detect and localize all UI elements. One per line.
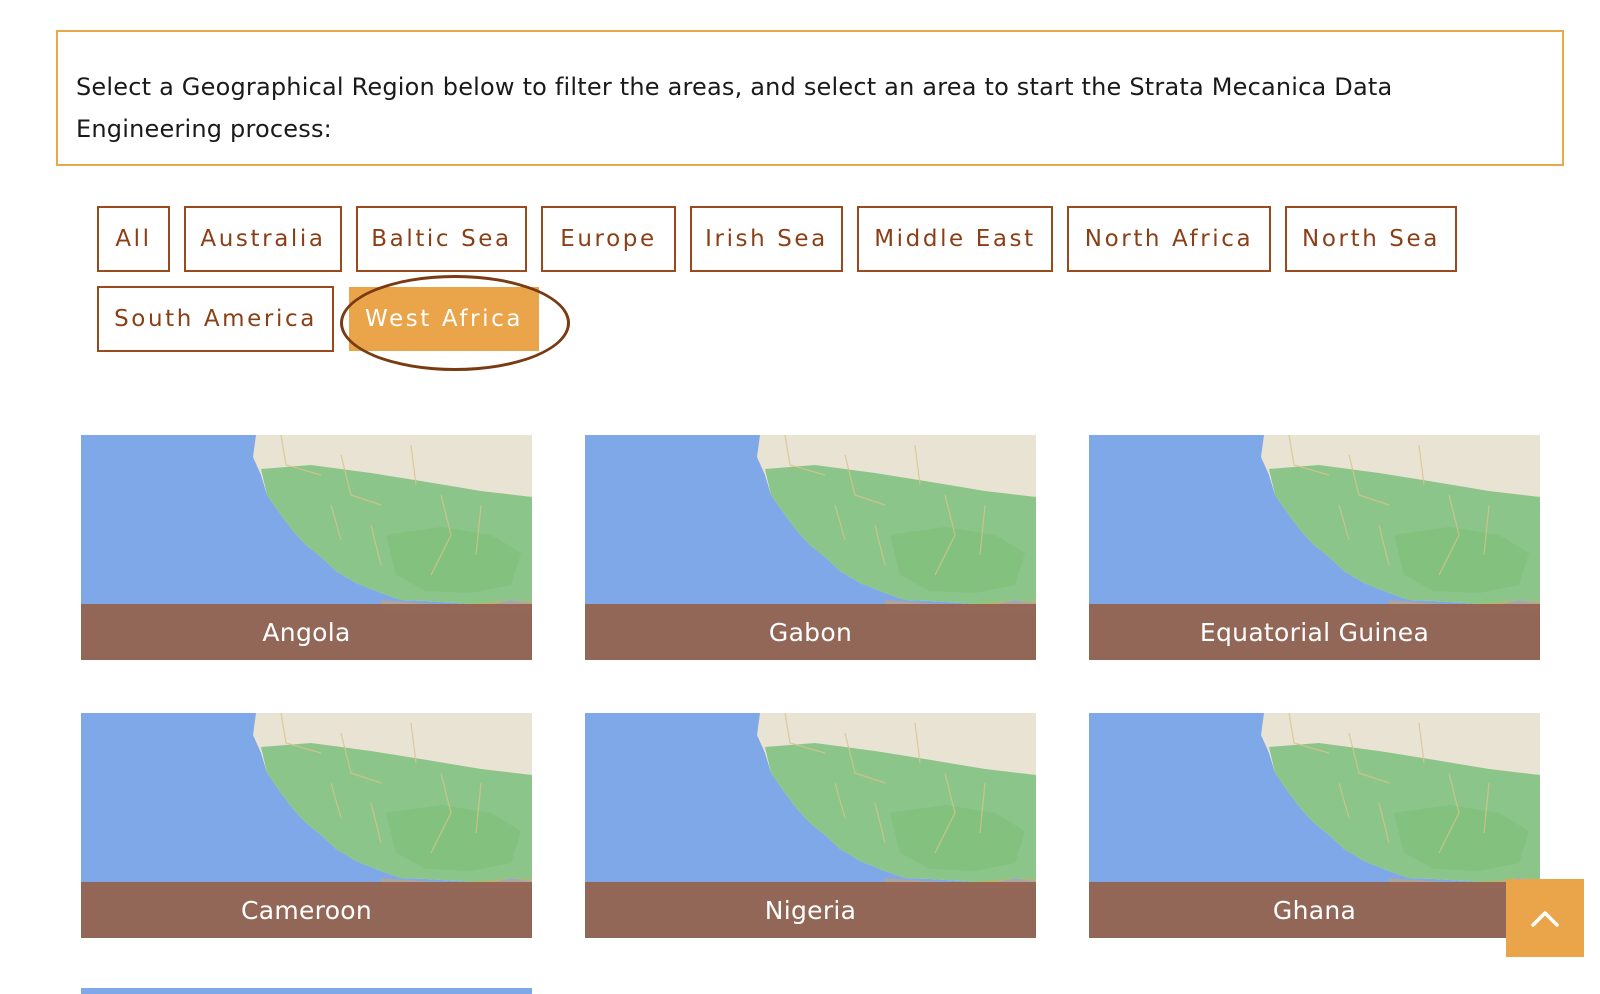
filter-europe[interactable]: Europe — [541, 206, 676, 272]
area-card-label: Ghana — [1089, 882, 1540, 938]
chevron-up-icon — [1531, 911, 1559, 927]
area-card-label: Nigeria — [585, 882, 1036, 938]
filter-south-america[interactable]: South America — [97, 286, 334, 352]
intro-text: Select a Geographical Region below to fi… — [76, 73, 1393, 143]
filter-baltic-sea[interactable]: Baltic Sea — [356, 206, 527, 272]
filter-irish-sea[interactable]: Irish Sea — [690, 206, 843, 272]
area-card-angola[interactable]: Angola — [81, 435, 532, 660]
area-card-label: Cameroon — [81, 882, 532, 938]
back-to-top-button[interactable] — [1506, 879, 1584, 957]
filter-north-africa[interactable]: North Africa — [1067, 206, 1271, 272]
filter-australia[interactable]: Australia — [184, 206, 342, 272]
area-card-nigeria[interactable]: Nigeria — [585, 713, 1036, 938]
area-card-label: Gabon — [585, 604, 1036, 660]
area-card-ghana[interactable]: Ghana — [1089, 713, 1540, 938]
intro-box: Select a Geographical Region below to fi… — [56, 30, 1564, 166]
filter-all[interactable]: All — [97, 206, 170, 272]
filter-north-sea[interactable]: North Sea — [1285, 206, 1457, 272]
area-card-cameroon[interactable]: Cameroon — [81, 713, 532, 938]
filter-middle-east[interactable]: Middle East — [857, 206, 1053, 272]
filter-west-africa[interactable]: West Africa — [349, 287, 539, 351]
area-card-label: Angola — [81, 604, 532, 660]
area-card-equatorial-guinea[interactable]: Equatorial Guinea — [1089, 435, 1540, 660]
area-card-label: Equatorial Guinea — [1089, 604, 1540, 660]
area-card-gabon[interactable]: Gabon — [585, 435, 1036, 660]
